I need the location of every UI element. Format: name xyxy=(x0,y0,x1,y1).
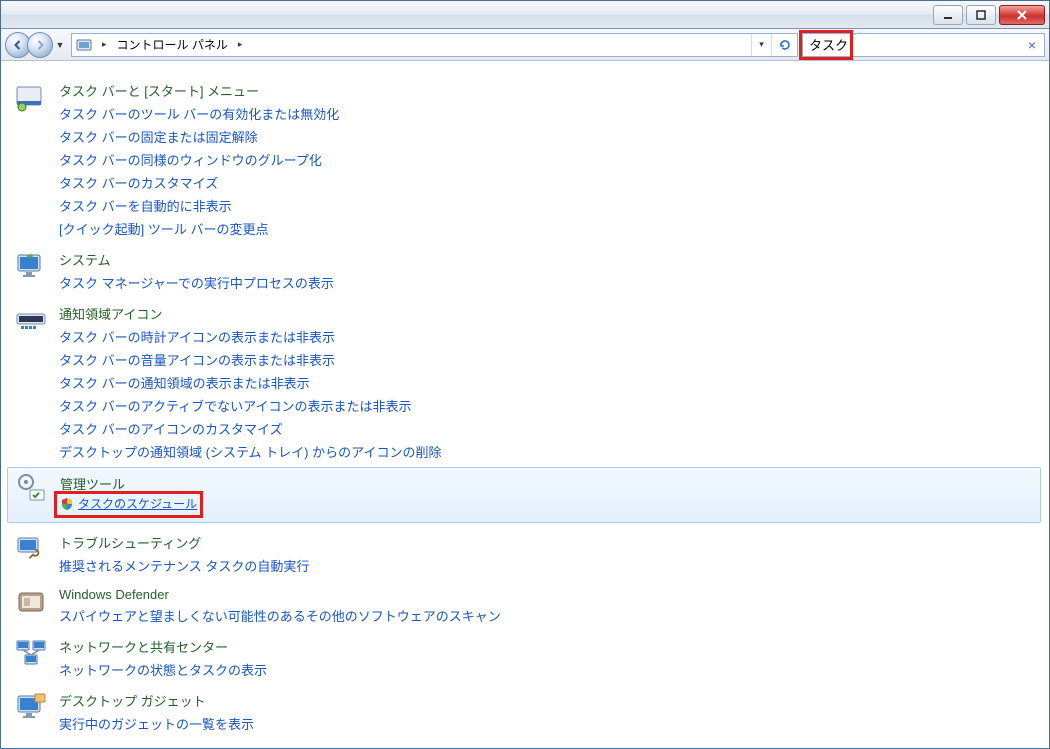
search-input[interactable] xyxy=(809,37,1026,52)
result-link[interactable]: 実行中のガジェットの一覧を表示 xyxy=(59,712,254,735)
explorer-window: ▼ ▸ コントロール パネル ▸ ▾ xyxy=(0,0,1050,749)
task-scheduler-link[interactable]: タスクのスケジュール xyxy=(60,495,197,512)
group-title[interactable]: 通知領域アイコン xyxy=(59,302,1035,325)
close-icon xyxy=(1016,10,1028,20)
chevron-down-icon: ▾ xyxy=(759,39,764,50)
uac-shield-icon xyxy=(60,497,74,511)
control-panel-icon xyxy=(76,37,92,53)
address-dropdown[interactable]: ▾ xyxy=(751,34,771,56)
close-button[interactable] xyxy=(999,5,1045,25)
result-group-defender: Windows Defender スパイウェアと望ましくない可能性のあるその他の… xyxy=(15,585,1035,627)
result-link[interactable]: タスク バーを自動的に非表示 xyxy=(59,194,232,217)
system-icon xyxy=(15,250,47,282)
group-title[interactable]: トラブルシューティング xyxy=(59,531,1035,554)
arrow-left-icon xyxy=(12,39,24,51)
forward-button[interactable] xyxy=(27,32,53,58)
troubleshooting-icon xyxy=(15,533,47,565)
admin-tools-icon xyxy=(16,472,48,504)
breadcrumb-sep-0[interactable]: ▸ xyxy=(96,34,113,56)
search-box[interactable]: × xyxy=(802,33,1045,57)
arrow-right-icon xyxy=(34,39,46,51)
group-title[interactable]: ネットワークと共有センター xyxy=(59,635,1035,658)
result-group-admin-tools: 管理ツール タスクのスケジュール xyxy=(7,467,1041,523)
gadgets-icon xyxy=(15,691,47,723)
result-link[interactable]: タスク バーのアクティブでないアイコンの表示または非表示 xyxy=(59,394,412,417)
nav-bar: ▼ ▸ コントロール パネル ▸ ▾ xyxy=(1,29,1049,61)
result-group-gadgets: デスクトップ ガジェット 実行中のガジェットの一覧を表示 xyxy=(15,689,1035,735)
breadcrumb-label: コントロール パネル xyxy=(117,36,228,53)
result-link[interactable]: タスク バーのアイコンのカスタマイズ xyxy=(59,417,283,440)
group-title[interactable]: タスク バーと [スタート] メニュー xyxy=(59,79,1035,102)
result-group-system: システム タスク マネージャーでの実行中プロセスの表示 xyxy=(15,248,1035,294)
result-link[interactable]: タスク バーのカスタマイズ xyxy=(59,171,218,194)
result-link[interactable]: タスク バーの音量アイコンの表示または非表示 xyxy=(59,348,335,371)
result-link[interactable]: スパイウェアと望ましくない可能性のあるその他のソフトウェアのスキャン xyxy=(59,604,501,627)
result-link[interactable]: デスクトップの通知領域 (システム トレイ) からのアイコンの削除 xyxy=(59,440,441,463)
result-link[interactable]: タスク バーの時計アイコンの表示または非表示 xyxy=(59,325,335,348)
result-link[interactable]: タスク バーの同様のウィンドウのグループ化 xyxy=(59,148,322,171)
search-clear-button[interactable]: × xyxy=(1026,37,1038,53)
nav-history-dropdown[interactable]: ▼ xyxy=(53,35,67,55)
chevron-right-icon: ▸ xyxy=(102,39,107,50)
result-link[interactable]: タスク マネージャーでの実行中プロセスの表示 xyxy=(59,271,334,294)
minimize-icon xyxy=(943,10,953,20)
chevron-down-icon: ▼ xyxy=(56,40,65,50)
maximize-button[interactable] xyxy=(966,5,996,25)
highlighted-link-wrap: タスクのスケジュール xyxy=(60,495,197,514)
chevron-right-icon: ▸ xyxy=(238,39,243,50)
network-icon xyxy=(15,637,47,669)
refresh-button[interactable] xyxy=(771,34,797,56)
taskbar-icon xyxy=(15,81,47,113)
title-bar xyxy=(1,1,1049,29)
nav-back-forward: ▼ xyxy=(5,32,67,58)
results-pane: タスク バーと [スタート] メニュー タスク バーのツール バーの有効化または… xyxy=(1,61,1049,748)
result-link[interactable]: 推奨されるメンテナンス タスクの自動実行 xyxy=(59,554,309,577)
group-title[interactable]: Windows Defender xyxy=(59,585,1035,604)
group-title[interactable]: デスクトップ ガジェット xyxy=(59,689,1035,712)
result-link[interactable]: ネットワークの状態とタスクの表示 xyxy=(59,658,267,681)
window-controls xyxy=(930,5,1045,25)
result-link[interactable]: タスク バーの通知領域の表示または非表示 xyxy=(59,371,310,394)
group-title[interactable]: 管理ツール xyxy=(60,472,1032,495)
task-scheduler-label: タスクのスケジュール xyxy=(78,495,197,512)
breadcrumb-sep-1[interactable]: ▸ xyxy=(232,34,249,56)
result-group-notification-area: 通知領域アイコン タスク バーの時計アイコンの表示または非表示 タスク バーの音… xyxy=(15,302,1035,463)
refresh-icon xyxy=(778,38,792,52)
group-title[interactable]: システム xyxy=(59,248,1035,271)
result-group-network-sharing: ネットワークと共有センター ネットワークの状態とタスクの表示 xyxy=(15,635,1035,681)
breadcrumb-control-panel[interactable]: コントロール パネル xyxy=(113,34,232,56)
result-link[interactable]: [クイック起動] ツール バーの変更点 xyxy=(59,217,268,240)
minimize-button[interactable] xyxy=(933,5,963,25)
result-group-taskbar-start: タスク バーと [スタート] メニュー タスク バーのツール バーの有効化または… xyxy=(15,79,1035,240)
result-link[interactable]: タスク バーの固定または固定解除 xyxy=(59,125,258,148)
result-link[interactable]: タスク バーのツール バーの有効化または無効化 xyxy=(59,102,339,125)
breadcrumb-root-icon[interactable] xyxy=(72,34,96,56)
maximize-icon xyxy=(976,10,986,20)
result-group-troubleshooting: トラブルシューティング 推奨されるメンテナンス タスクの自動実行 xyxy=(15,531,1035,577)
address-bar[interactable]: ▸ コントロール パネル ▸ ▾ xyxy=(71,33,798,57)
defender-icon xyxy=(15,587,47,619)
tray-icon xyxy=(15,304,47,336)
